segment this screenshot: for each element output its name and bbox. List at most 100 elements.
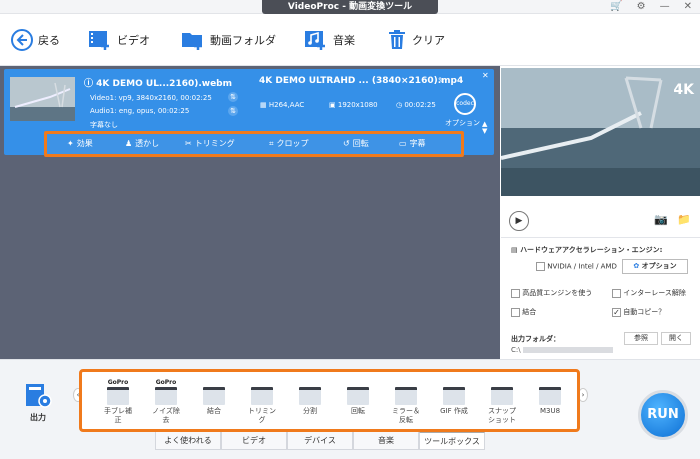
category-tabs: よく使われる ビデオ デバイス 音楽 ツールボックス <box>155 432 485 450</box>
gpu-checkbox[interactable] <box>536 262 545 271</box>
clear-label: クリア <box>412 34 445 47</box>
subtitle-button[interactable]: ▭ 字幕 <box>399 138 426 149</box>
play-icon[interactable]: ▶ <box>509 211 529 231</box>
reorder-arrows-icon[interactable]: ▲ ▼ <box>482 121 487 135</box>
tool-stabilize[interactable]: GoPro 手ブレ補 正 <box>99 378 137 425</box>
remove-file-icon[interactable]: ✕ <box>482 71 489 80</box>
stamp-icon: ♟ <box>125 139 133 148</box>
tool-snapshot[interactable]: スナップ ショット <box>483 387 521 425</box>
merge-label: 結合 <box>522 308 537 316</box>
output-label: 出力 <box>30 413 46 422</box>
settings-panel: ▤ ハードウェアアクセラレーション・エンジン: NVIDIA / Intel /… <box>501 237 700 359</box>
tool-snapshot-label: スナップ ショット <box>488 407 516 424</box>
deinterlace-label: インターレース解除 <box>623 289 686 297</box>
hw-option-button[interactable]: ✿ オプション <box>622 259 688 274</box>
gif-icon <box>443 387 465 405</box>
add-video-button[interactable]: ビデオ <box>87 28 150 52</box>
chip-icon: ▤ <box>511 246 518 254</box>
deinterlace-checkbox[interactable] <box>612 288 621 298</box>
hq-engine-row[interactable]: 高品質エンジンを使う <box>511 288 592 298</box>
output-path-text: C:\ <box>511 346 521 354</box>
open-folder-button[interactable]: 開く <box>661 332 691 345</box>
clear-button[interactable]: クリア <box>386 28 445 52</box>
codec-gear-icon[interactable]: codec <box>454 93 476 115</box>
crop-label: クロップ <box>276 139 309 148</box>
crop-button[interactable]: ⌗ クロップ <box>269 138 309 149</box>
output-settings-icon[interactable] <box>24 383 52 409</box>
add-music-button[interactable]: 音楽 <box>303 28 355 52</box>
tool-gif[interactable]: GIF 作成 <box>435 387 473 416</box>
autocopy-row[interactable]: ✓ 自動コピー？ <box>612 307 665 317</box>
video-track-info: Video1: vp9, 3840x2160, 00:02:25 <box>90 94 212 102</box>
output-folder-label: 出力フォルダ： <box>511 335 560 343</box>
bottom-bar: 出力 ‹ › GoPro 手ブレ補 正 GoPro ノイズ除 去 結合 トリミン グ… <box>0 359 700 459</box>
tool-denoise[interactable]: GoPro ノイズ除 去 <box>147 378 185 425</box>
wand-icon: ✦ <box>67 139 74 148</box>
tool-gif-label: GIF 作成 <box>440 407 468 415</box>
run-button[interactable]: RUN <box>638 390 688 440</box>
resolution-icon: ▣ <box>329 101 336 109</box>
audio-dropdown[interactable]: ⇅ <box>228 106 238 116</box>
title-bar: VideoProc - 動画変換ツール 🛒 ⚙ — ✕ <box>0 0 700 14</box>
trash-icon <box>389 30 405 49</box>
gpu-checkbox-row[interactable]: NVIDIA / Intel / AMD <box>536 262 617 271</box>
folder-icon[interactable]: 📁 <box>677 213 691 226</box>
rotate-button[interactable]: ↺ 回転 <box>343 138 369 149</box>
trim-label: トリミング <box>194 139 235 148</box>
trim-tool-icon <box>251 387 273 405</box>
folder-label: 動画フォルダ <box>210 34 276 47</box>
merge-checkbox[interactable] <box>511 307 520 317</box>
film-icon: ▦ <box>260 101 267 109</box>
browse-button[interactable]: 参照 <box>624 332 658 345</box>
preview-window: 4K <box>501 68 700 196</box>
tool-mirror[interactable]: ミラー＆ 反転 <box>387 387 425 425</box>
cart-icon[interactable]: 🛒 <box>610 1 622 12</box>
edit-name-icon[interactable]: ✎ <box>438 76 445 85</box>
watermark-label: 透かし <box>135 139 160 148</box>
codec-option-label[interactable]: オプション <box>445 118 480 128</box>
hw-title: ハードウェアアクセラレーション・エンジン: <box>520 246 663 254</box>
add-folder-button[interactable]: 動画フォルダ <box>180 28 276 52</box>
output-path[interactable]: C:\ <box>511 346 613 354</box>
tab-music[interactable]: 音楽 <box>353 432 419 450</box>
close-icon[interactable]: ✕ <box>684 1 692 12</box>
audio-track-info: Audio1: eng, opus, 00:02:25 <box>90 107 190 115</box>
denoise-icon <box>155 387 177 405</box>
merge-row[interactable]: 結合 <box>511 307 536 317</box>
camera-icon[interactable]: 📷 <box>654 213 668 226</box>
tool-merge[interactable]: 結合 <box>195 387 233 416</box>
tool-mirror-label: ミラー＆ 反転 <box>392 407 420 424</box>
crop-icon: ⌗ <box>269 138 274 148</box>
watermark-button[interactable]: ♟ 透かし <box>125 138 159 149</box>
minimize-icon[interactable]: — <box>660 1 670 12</box>
tool-rotate-label: 回転 <box>351 407 365 415</box>
main-toolbar: 戻る ビデオ 動画フォルダ 音楽 クリア <box>0 14 700 66</box>
tab-toolbox[interactable]: ツールボックス <box>419 432 485 450</box>
deinterlace-row[interactable]: インターレース解除 <box>612 288 686 298</box>
tab-device[interactable]: デバイス <box>287 432 353 450</box>
toolbox-panel: GoPro 手ブレ補 正 GoPro ノイズ除 去 結合 トリミン グ 分割 回転 … <box>79 369 580 432</box>
output-duration: 00:02:25 <box>404 101 436 109</box>
info-icon[interactable]: ⓘ <box>84 79 93 89</box>
video-dropdown[interactable]: ⇅ <box>228 92 238 102</box>
tab-popular[interactable]: よく使われる <box>155 432 221 450</box>
m3u8-icon <box>539 387 561 405</box>
gear-icon[interactable]: ⚙ <box>637 1 646 12</box>
hq-engine-checkbox[interactable] <box>511 288 520 298</box>
tool-split[interactable]: 分割 <box>291 387 329 416</box>
rotate-tool-icon <box>347 387 369 405</box>
tool-denoise-label: ノイズ除 去 <box>152 407 180 424</box>
output-path-blur <box>522 347 613 353</box>
autocopy-checkbox[interactable]: ✓ <box>612 307 621 317</box>
file-list-area: ⓘ 4K DEMO UL...2160).webm Video1: vp9, 3… <box>0 66 500 359</box>
tab-video[interactable]: ビデオ <box>221 432 287 450</box>
snapshot-icon <box>491 387 513 405</box>
tool-m3u8[interactable]: M3U8 <box>531 387 569 416</box>
trim-button[interactable]: ✂ トリミング <box>185 138 235 149</box>
music-label: 音楽 <box>333 34 355 47</box>
tool-trim[interactable]: トリミン グ <box>243 387 281 425</box>
back-button[interactable]: 戻る <box>10 28 60 52</box>
effect-button[interactable]: ✦ 効果 <box>67 138 93 149</box>
output-resolution: 1920x1080 <box>337 101 378 109</box>
tool-rotate[interactable]: 回転 <box>339 387 377 416</box>
